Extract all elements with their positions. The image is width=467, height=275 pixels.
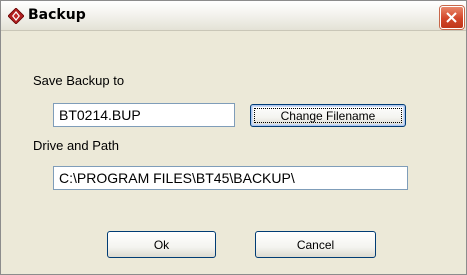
save-backup-label: Save Backup to [33,73,125,88]
title-bar[interactable]: Backup [1,1,466,31]
window-title: Backup [28,7,86,23]
backup-dialog: Backup Save Backup to BT0214.BUP Change … [0,0,467,275]
filename-field[interactable]: BT0214.BUP [53,103,235,127]
close-button[interactable] [440,6,464,29]
cancel-button[interactable]: Cancel [255,231,376,258]
cancel-label: Cancel [296,237,335,252]
close-icon [446,12,457,23]
drive-path-label: Drive and Path [33,138,119,153]
change-filename-label: Change Filename [280,108,376,123]
ok-label: Ok [153,237,170,252]
path-field[interactable]: C:\PROGRAM FILES\BT45\BACKUP\ [53,166,408,190]
ok-button[interactable]: Ok [107,231,216,258]
dialog-body: Save Backup to BT0214.BUP Change Filenam… [3,31,464,272]
app-icon [8,8,24,24]
change-filename-button[interactable]: Change Filename [250,104,406,127]
